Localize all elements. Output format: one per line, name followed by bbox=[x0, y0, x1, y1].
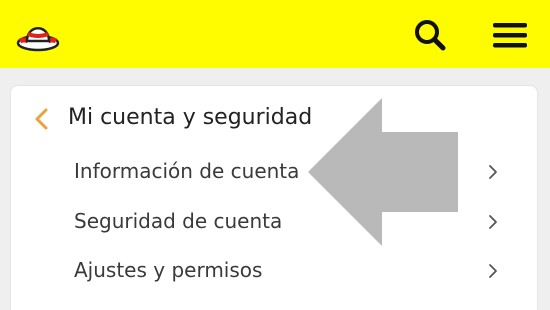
list-item-label: Información de cuenta bbox=[74, 159, 300, 183]
list-item-label: Seguridad de cuenta bbox=[74, 209, 283, 233]
ghost-lifebuoy-icon[interactable] bbox=[14, 12, 62, 56]
chevron-right-icon bbox=[489, 264, 497, 278]
list-item-label: Ajustes y permisos bbox=[74, 258, 263, 282]
search-button[interactable] bbox=[410, 15, 450, 55]
list-item-settings-permissions[interactable]: Ajustes y permisos bbox=[11, 247, 539, 293]
section-title: Mi cuenta y seguridad bbox=[68, 105, 313, 130]
chevron-right-icon bbox=[489, 165, 497, 179]
search-icon bbox=[415, 20, 446, 51]
chevron-left-icon[interactable] bbox=[33, 108, 49, 130]
menu-button[interactable] bbox=[488, 15, 532, 55]
top-bar bbox=[0, 0, 550, 68]
hamburger-menu-icon bbox=[493, 23, 527, 48]
left-pointing-arrow-icon bbox=[308, 98, 458, 246]
chevron-right-icon bbox=[489, 215, 497, 229]
